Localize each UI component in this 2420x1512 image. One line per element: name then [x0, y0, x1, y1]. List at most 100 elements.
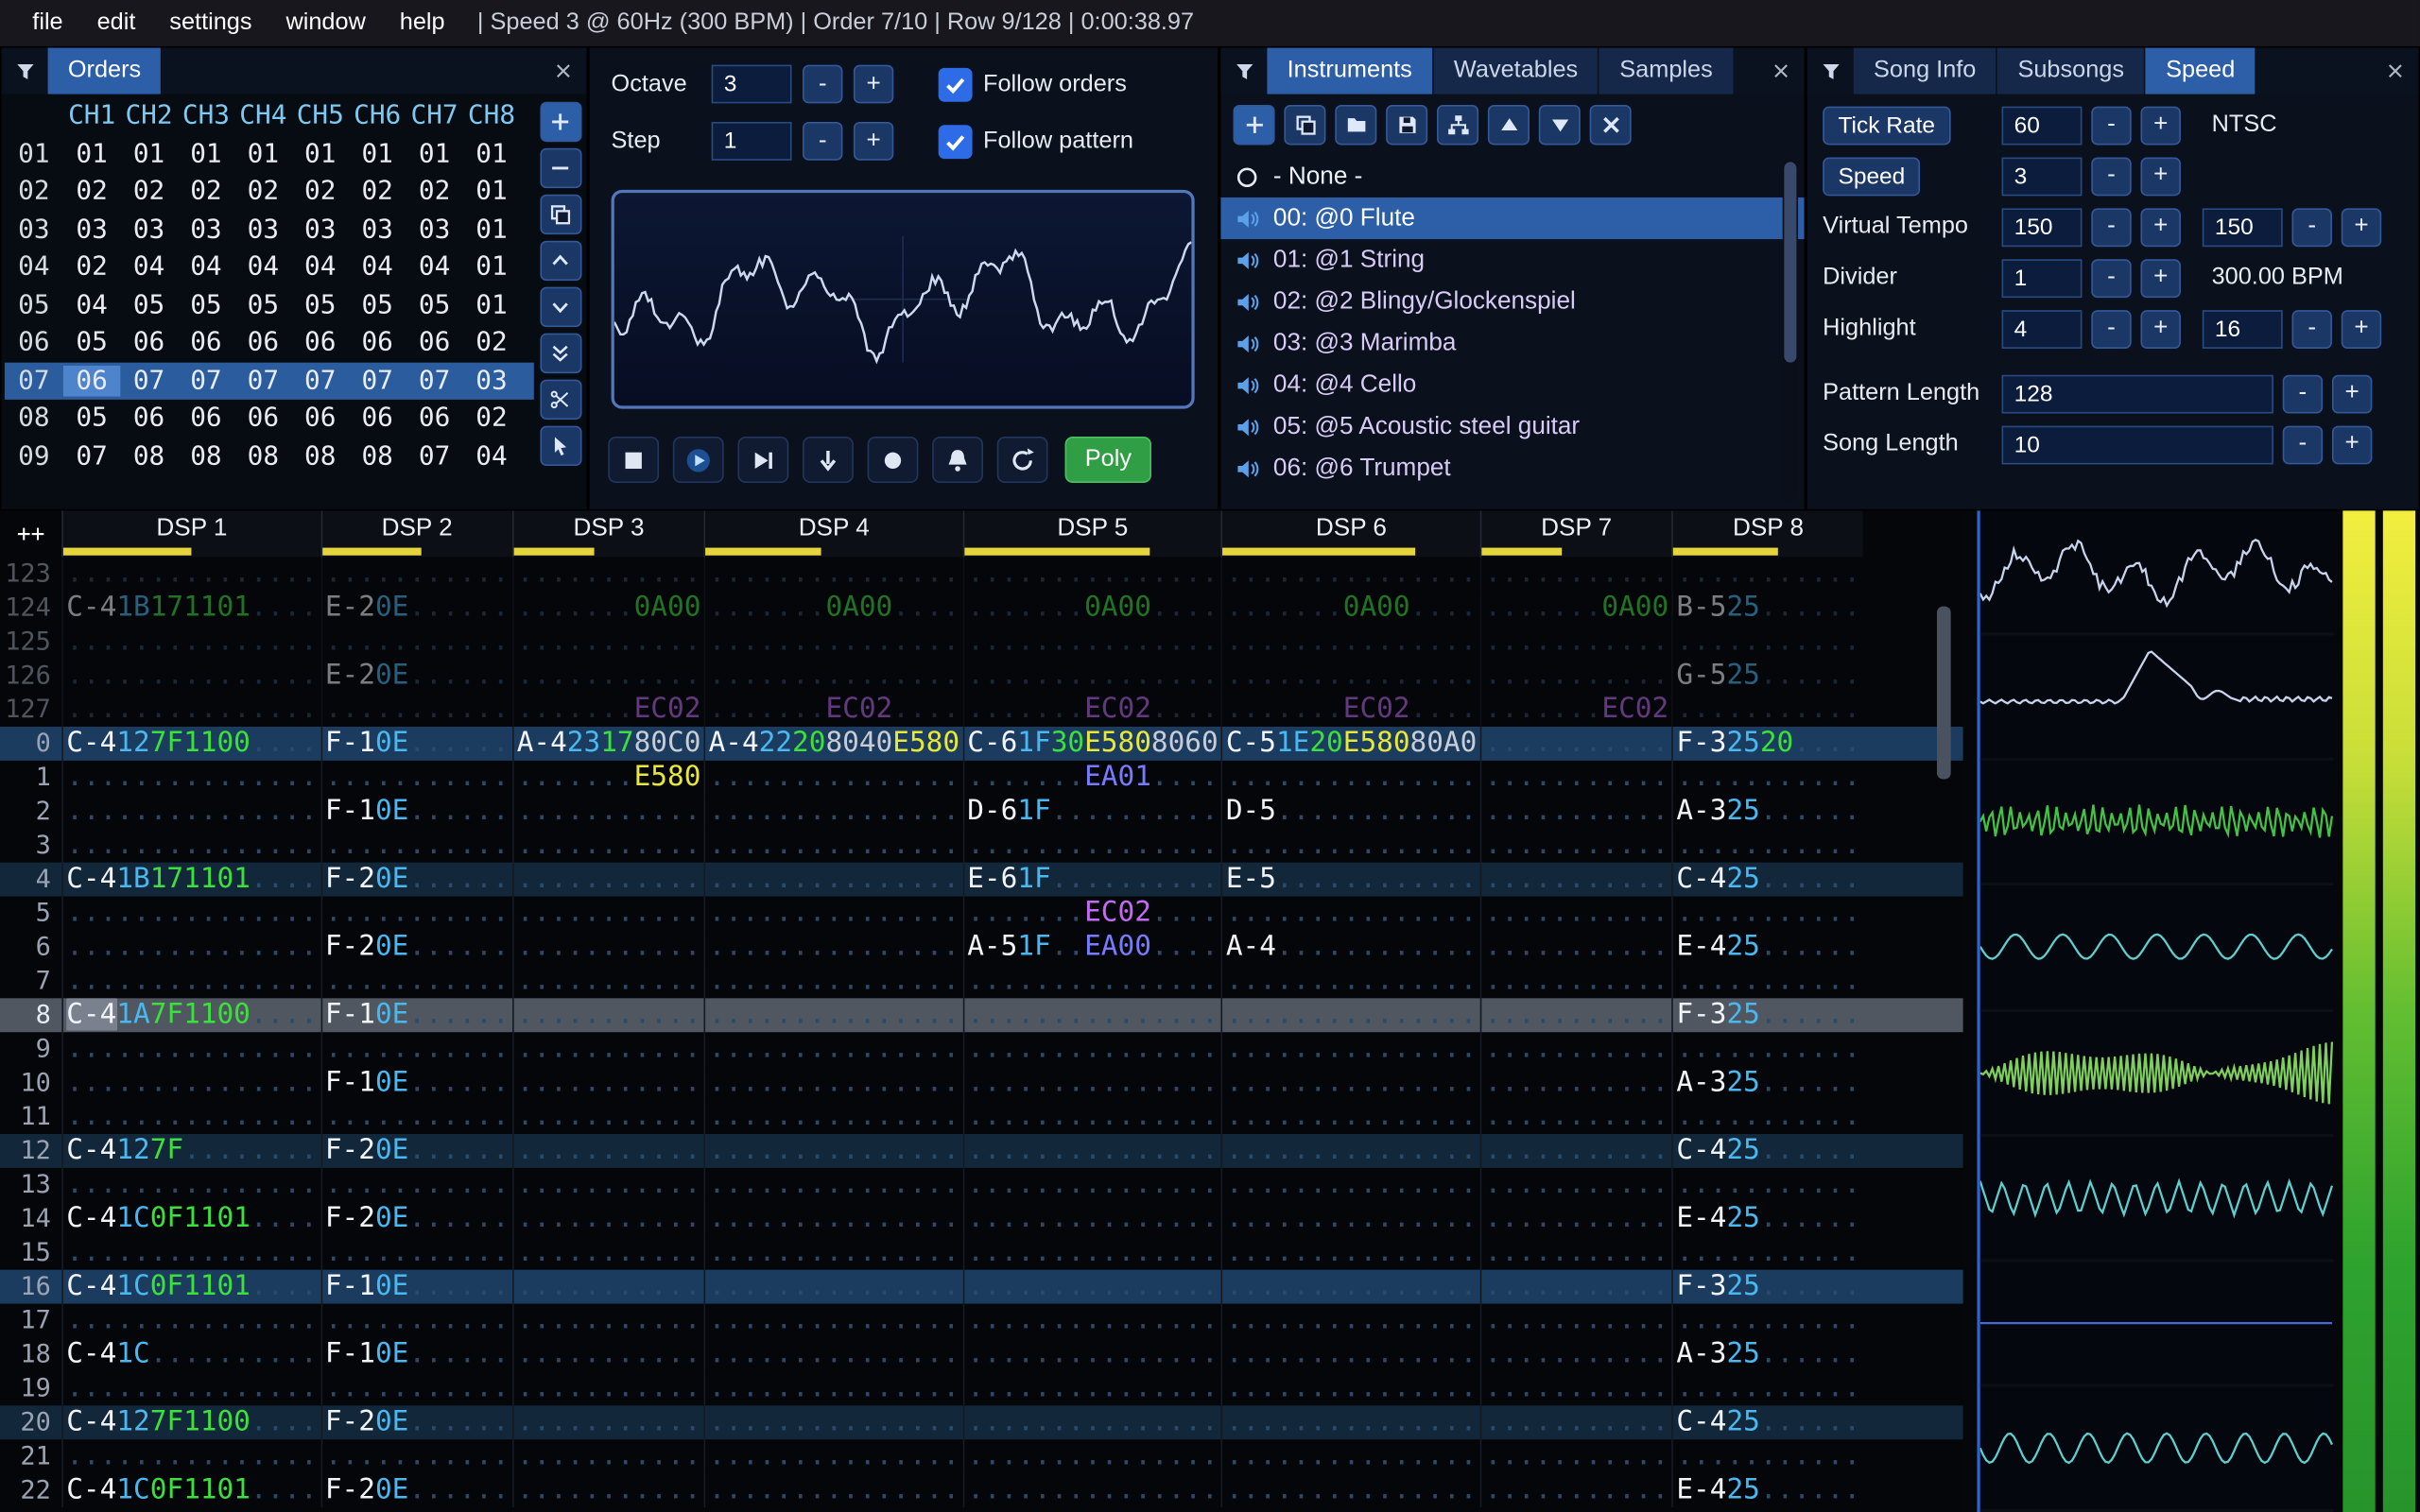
pattern-cell[interactable]: .......EC02 — [511, 693, 704, 727]
pattern-cell[interactable]: ........... — [511, 1439, 704, 1474]
divider-increment-button[interactable]: + — [2140, 258, 2181, 298]
order-row-number[interactable]: 09 — [5, 441, 63, 472]
pattern-cell[interactable]: A-325...... — [1671, 794, 1863, 829]
order-cell[interactable]: 02 — [63, 177, 120, 208]
tab-orders[interactable]: Orders — [47, 47, 162, 94]
scrollbar-thumb[interactable] — [1936, 606, 1951, 780]
order-cell[interactable]: 02 — [292, 177, 349, 208]
pattern-cell[interactable]: ............... — [962, 1439, 1221, 1474]
play-button[interactable] — [672, 437, 724, 484]
order-cell[interactable]: 06 — [120, 328, 177, 359]
menu-file[interactable]: file — [15, 9, 79, 37]
pattern-cell[interactable]: F-325...... — [1671, 998, 1863, 1033]
order-cell[interactable]: 04 — [63, 290, 120, 321]
order-cell[interactable]: 06 — [62, 365, 121, 397]
order-cell[interactable]: 01 — [63, 139, 120, 170]
order-row-number[interactable]: 01 — [5, 139, 63, 170]
pattern-cell[interactable]: E-20E...... — [320, 659, 512, 694]
pattern-cell[interactable]: ........... — [511, 1371, 704, 1406]
pattern-cell[interactable]: ........... — [1479, 1167, 1672, 1202]
order-cell[interactable]: 01 — [120, 139, 177, 170]
pattern-cell[interactable]: ........... — [320, 760, 512, 795]
move-order-down-button[interactable] — [539, 286, 581, 328]
pattern-cell[interactable]: ........... — [1479, 828, 1672, 863]
order-cell[interactable]: 07 — [178, 366, 234, 397]
pattern-cell[interactable]: ........... — [1479, 1201, 1672, 1236]
pattern-cell[interactable]: ........... — [1479, 1473, 1672, 1508]
pattern-cell[interactable]: F-10E...... — [320, 998, 512, 1033]
order-cell[interactable]: 07 — [292, 366, 349, 397]
order-row-number[interactable]: 02 — [5, 177, 63, 208]
pattern-cell[interactable]: E-425...... — [1671, 930, 1863, 965]
pattern-cell[interactable]: .......0A00.... — [703, 591, 963, 626]
highlight-second-input[interactable] — [2202, 309, 2283, 349]
pattern-cell[interactable]: ........... — [320, 1167, 512, 1202]
pattern-cell[interactable]: ............... — [1220, 557, 1480, 592]
order-row-number[interactable]: 08 — [5, 404, 63, 435]
pattern-cell[interactable]: ............... — [1220, 760, 1480, 795]
pattern-cell[interactable]: .......E580 — [511, 760, 704, 795]
pattern-cell[interactable]: ............... — [703, 964, 963, 999]
order-cell[interactable]: 03 — [63, 215, 120, 246]
pattern-cell[interactable]: ............... — [703, 1371, 963, 1406]
tab-song-info[interactable]: Song Info — [1853, 47, 1996, 94]
order-cell[interactable]: 05 — [349, 290, 406, 321]
pattern-cell[interactable]: ............... — [1220, 1133, 1480, 1168]
order-cell[interactable]: 08 — [292, 441, 349, 472]
pattern-cell[interactable]: ........... — [1671, 760, 1863, 795]
order-cell[interactable]: 01 — [463, 177, 520, 208]
order-cell[interactable]: 05 — [178, 290, 234, 321]
order-cell[interactable]: 03 — [292, 215, 349, 246]
pattern-cell[interactable]: E-5............ — [1220, 862, 1480, 897]
pattern-cell[interactable]: C-41C.......... — [61, 1337, 320, 1372]
order-cell[interactable]: 02 — [63, 252, 120, 284]
pattern-cell[interactable]: .......0A00 — [511, 591, 704, 626]
duplicate-order-end-button[interactable] — [539, 333, 581, 374]
song-close-button[interactable] — [2372, 48, 2418, 94]
pattern-cell[interactable]: ............... — [61, 1032, 320, 1067]
pattern-cell[interactable]: ........... — [1479, 862, 1672, 897]
pattern-cell[interactable]: B-525...... — [1671, 591, 1863, 626]
order-cell[interactable]: 06 — [292, 328, 349, 359]
order-cell[interactable]: 06 — [349, 328, 406, 359]
pattern-cell[interactable]: ........... — [511, 1167, 704, 1202]
pattern-cell[interactable]: ........... — [1479, 1439, 1672, 1474]
pattern-cell[interactable]: ........... — [1671, 557, 1863, 592]
virtual-tempo-numerator-decrement-button[interactable]: - — [2091, 207, 2132, 247]
pattern-cell[interactable]: ............... — [703, 760, 963, 795]
pattern-cell[interactable]: ........... — [1479, 760, 1672, 795]
pattern-cell[interactable]: ............... — [61, 1371, 320, 1406]
pattern-cell[interactable]: ............... — [962, 964, 1221, 999]
pattern-cell[interactable]: E-425...... — [1671, 1201, 1863, 1236]
pattern-cell[interactable]: C-4127F........ — [61, 1133, 320, 1168]
pattern-cell[interactable]: F-10E...... — [320, 726, 512, 761]
pattern-cell[interactable]: .......EC02.... — [703, 693, 963, 727]
pattern-cell[interactable]: C-41A7F1100.... — [61, 998, 320, 1033]
pattern-cell[interactable]: ............... — [1220, 625, 1480, 660]
order-cell[interactable]: 02 — [234, 177, 291, 208]
virtual-tempo-numerator-input[interactable] — [2001, 207, 2083, 247]
pattern-cell[interactable]: ........... — [1479, 794, 1672, 829]
pattern-cell[interactable]: ........... — [511, 1100, 704, 1134]
pattern-cell[interactable]: ............... — [962, 1100, 1221, 1134]
pattern-cell[interactable]: ........... — [1671, 1032, 1863, 1067]
pattern-cell[interactable]: ............... — [1220, 1066, 1480, 1101]
song-length-input[interactable] — [2001, 424, 2273, 464]
order-row-number[interactable]: 05 — [5, 290, 63, 321]
pattern-cell[interactable]: ............... — [61, 1303, 320, 1338]
pattern-cell[interactable]: ............... — [703, 1439, 963, 1474]
order-cell[interactable]: 01 — [406, 139, 462, 170]
pattern-length-decrement-button[interactable]: - — [2282, 373, 2324, 413]
pattern-cell[interactable]: ............... — [703, 1235, 963, 1270]
pattern-cell[interactable]: ........... — [511, 930, 704, 965]
pattern-cell[interactable]: ........... — [1671, 1100, 1863, 1134]
pattern-cell[interactable]: .......EC02.... — [962, 693, 1221, 727]
pattern-cell[interactable]: ........... — [320, 1235, 512, 1270]
octave-increment-button[interactable]: + — [853, 64, 894, 104]
highlight-first-increment-button[interactable]: + — [2140, 309, 2181, 349]
pattern-cell[interactable]: ............... — [962, 1133, 1221, 1168]
order-cell[interactable]: 05 — [406, 290, 462, 321]
channel-header-dsp-6[interactable]: DSP 6 — [1220, 510, 1480, 558]
order-cell[interactable]: 04 — [463, 441, 520, 472]
play-from-cursor-button[interactable] — [737, 437, 789, 484]
